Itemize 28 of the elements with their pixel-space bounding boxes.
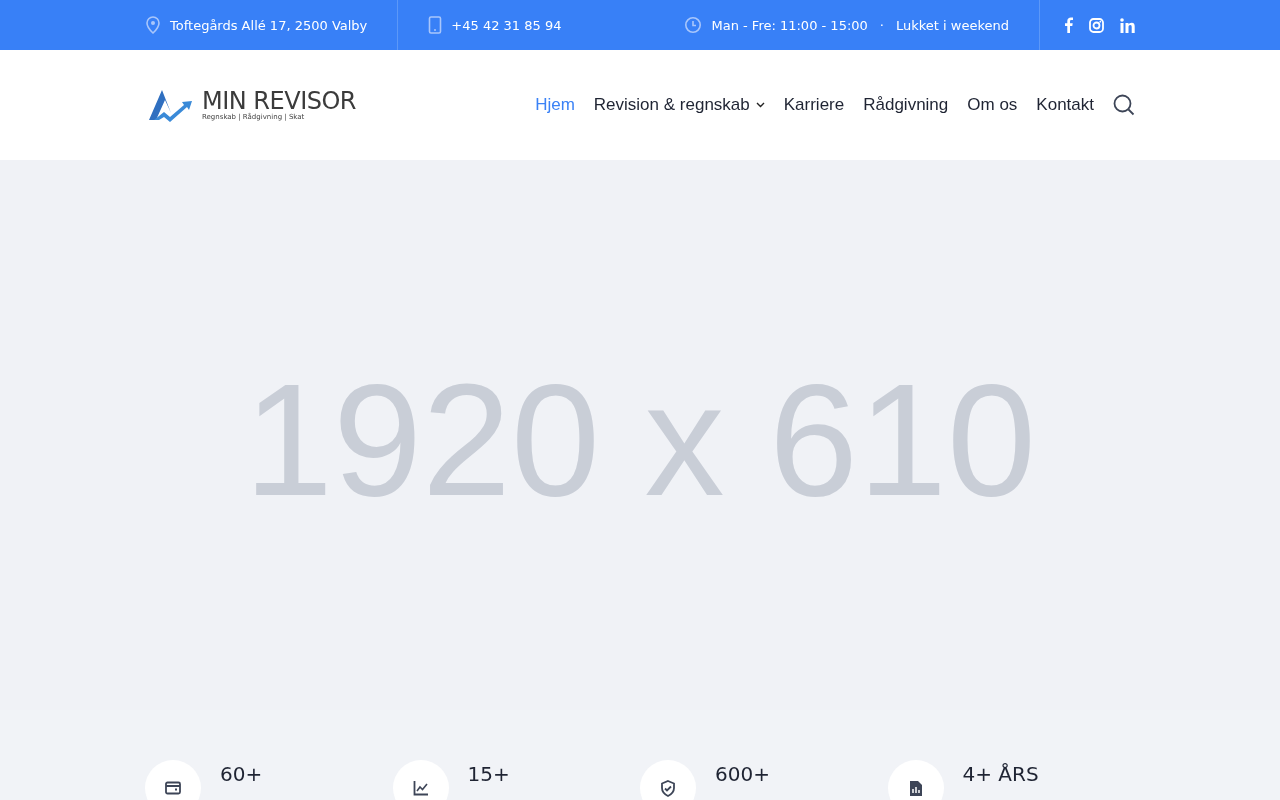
clock-icon bbox=[684, 16, 703, 34]
stat-value: 60+ bbox=[220, 762, 263, 788]
nav-link[interactable]: Kontakt bbox=[1036, 95, 1094, 115]
document-chart-icon bbox=[908, 779, 923, 797]
linkedin-icon[interactable] bbox=[1120, 17, 1135, 33]
address-text: Toftegårds Allé 17, 2500 Valby bbox=[170, 17, 368, 33]
opening-hours: Man - Fre: 11:00 - 15:00 bbox=[711, 17, 868, 33]
stat-value: 600+ bbox=[715, 762, 770, 788]
shield-check-icon bbox=[660, 779, 676, 797]
chevron-down-icon bbox=[755, 102, 765, 108]
search-icon[interactable] bbox=[1113, 94, 1135, 116]
nav-link[interactable]: Hjem bbox=[535, 95, 575, 115]
logo-name: MIN REVISOR bbox=[202, 89, 356, 113]
wallet-icon bbox=[165, 781, 181, 795]
facebook-icon[interactable] bbox=[1064, 17, 1073, 33]
nav-link[interactable]: Om os bbox=[967, 95, 1018, 115]
nav-link[interactable]: Rådgivning bbox=[863, 95, 949, 115]
separator-dot: · bbox=[879, 17, 884, 33]
phone-number: +45 42 31 85 94 bbox=[451, 17, 562, 33]
stat-value: 15+ bbox=[467, 762, 510, 788]
line-chart-icon bbox=[412, 780, 429, 796]
weekend-note: Lukket i weekend bbox=[896, 17, 1009, 33]
instagram-icon[interactable] bbox=[1089, 17, 1104, 33]
nav-link[interactable]: Karriere bbox=[783, 95, 845, 115]
phone-icon bbox=[428, 16, 443, 34]
location-pin-icon bbox=[145, 16, 161, 34]
stat-value: 4+ ÅRS bbox=[962, 762, 1039, 788]
nav-link[interactable]: Revision & regnskab bbox=[593, 95, 765, 115]
